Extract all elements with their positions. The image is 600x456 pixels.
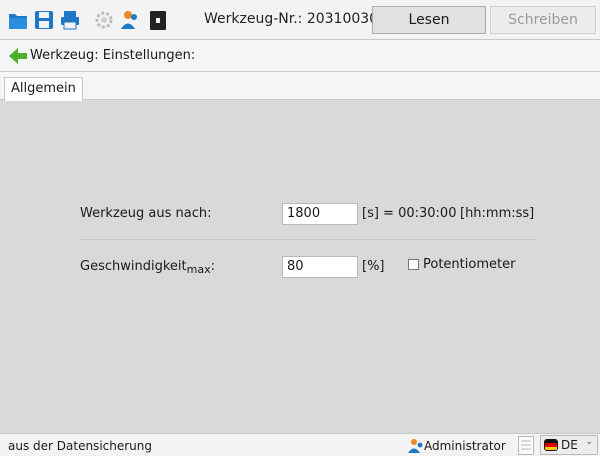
status-bar: aus der Datensicherung Administrator DE …: [0, 433, 600, 456]
tab-general[interactable]: Allgemein: [4, 77, 83, 101]
potentiometer-checkbox[interactable]: [408, 259, 419, 270]
back-arrow-icon[interactable]: [8, 46, 28, 66]
divider: [80, 239, 536, 240]
folder-open-icon[interactable]: [8, 9, 28, 31]
language-code: DE: [561, 438, 578, 452]
breadcrumb: Werkzeug: Einstellungen:: [0, 40, 600, 72]
toolbar: Werkzeug-Nr.: 20310030 Lesen Schreiben: [0, 0, 600, 40]
breadcrumb-label: Werkzeug: Einstellungen:: [30, 48, 196, 63]
tool-number-title: Werkzeug-Nr.: 20310030: [204, 11, 379, 27]
archive-icon[interactable]: [148, 9, 168, 31]
tool-off-label: Werkzeug aus nach:: [80, 206, 212, 221]
document-list-icon[interactable]: [518, 436, 534, 455]
user-icon[interactable]: [120, 9, 140, 31]
read-button[interactable]: Lesen: [372, 6, 486, 34]
status-text: aus der Datensicherung: [8, 439, 152, 453]
speed-unit: [%]: [362, 259, 385, 274]
german-flag-icon: [544, 439, 558, 451]
tool-off-unit: [s] = 00:30:00: [362, 206, 457, 221]
save-icon[interactable]: [34, 9, 54, 31]
user-name: Administrator: [424, 439, 506, 453]
write-button[interactable]: Schreiben: [490, 6, 596, 34]
print-icon[interactable]: [60, 9, 80, 31]
speed-label: Geschwindigkeitmax:: [80, 259, 215, 276]
chevron-down-icon: ⌄: [585, 436, 594, 447]
tool-off-format: [hh:mm:ss]: [460, 206, 535, 221]
tab-bar: Allgemein: [0, 72, 600, 101]
language-select[interactable]: DE ⌄: [540, 435, 598, 455]
speed-input[interactable]: 80: [282, 256, 358, 278]
tool-off-input[interactable]: 1800: [282, 203, 358, 225]
potentiometer-label: Potentiometer: [423, 257, 516, 272]
administrator-icon: [408, 439, 423, 453]
gear-icon: [95, 11, 113, 29]
